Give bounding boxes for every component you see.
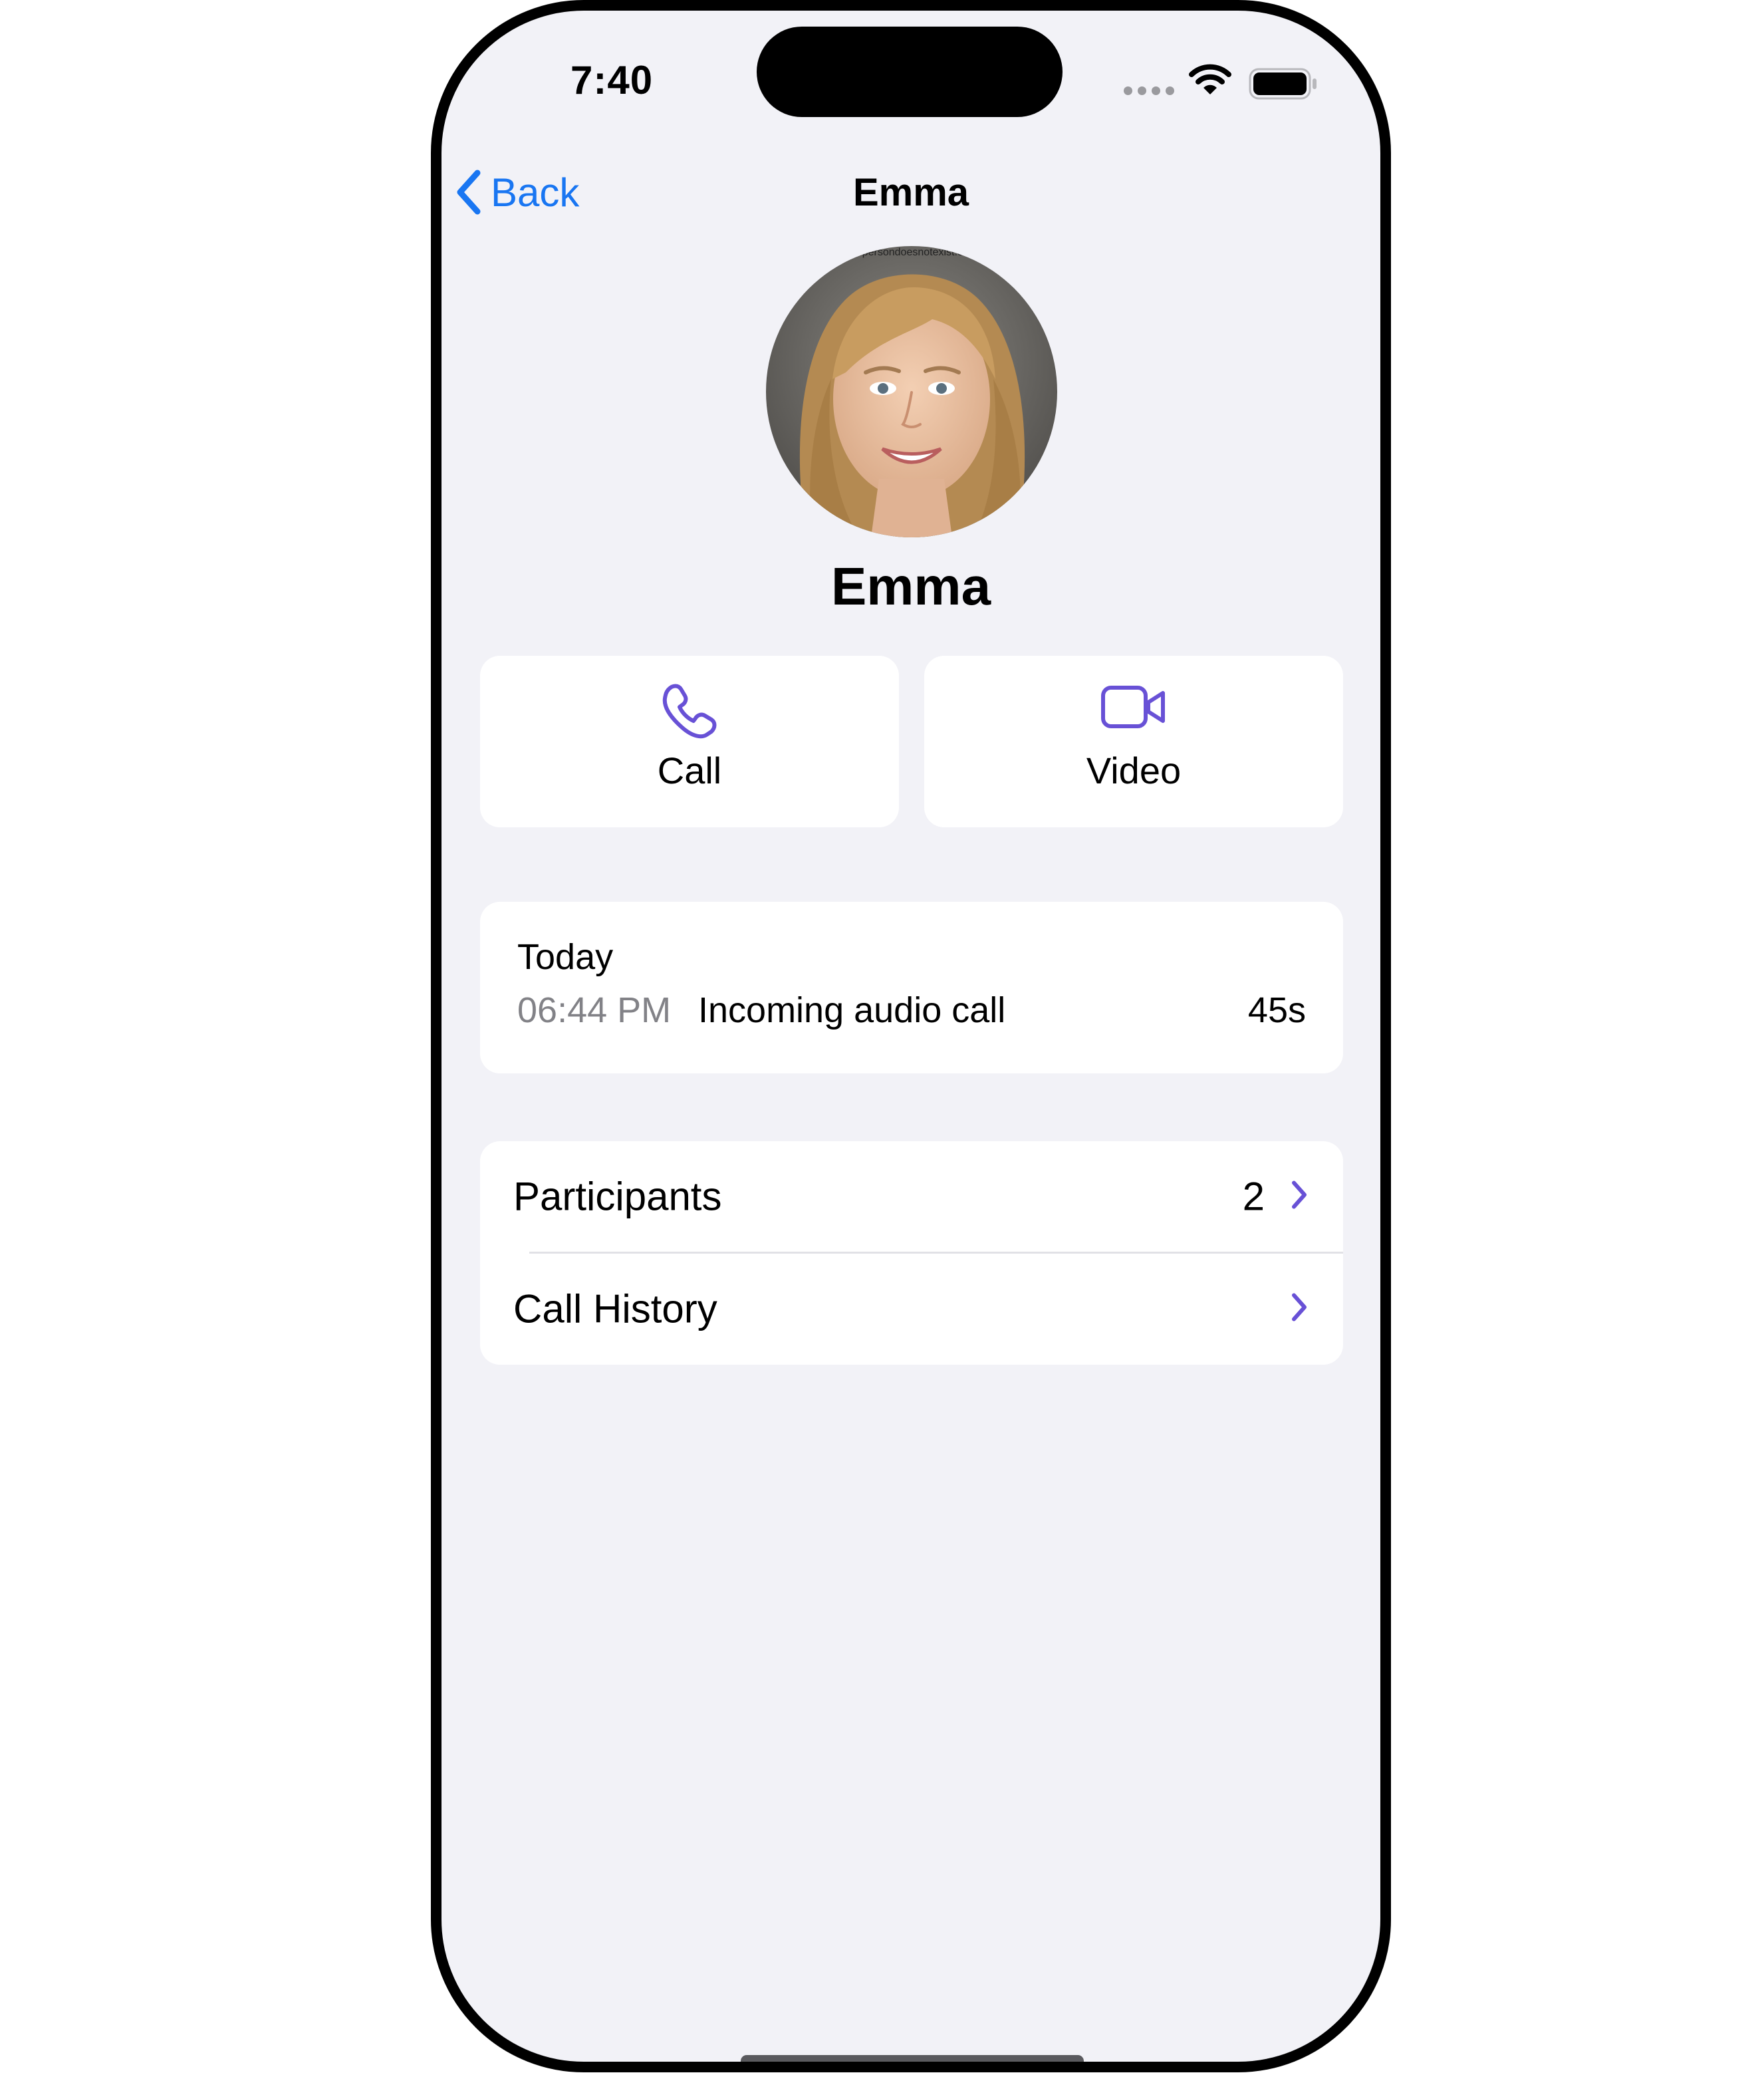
- history-description: Incoming audio call: [698, 990, 1006, 1030]
- history-day: Today: [517, 937, 614, 977]
- cellular-signal-icon: [1124, 86, 1174, 95]
- wifi-icon: [1189, 63, 1231, 99]
- call-history-row[interactable]: Call History: [480, 1254, 1343, 1364]
- home-indicator[interactable]: [741, 2055, 1084, 2062]
- phone-frame: 7:40 Back Emma thispersondoesnotexist.co…: [431, 0, 1391, 2072]
- history-time: 06:44 PM: [517, 990, 672, 1030]
- video-button[interactable]: Video: [924, 656, 1343, 827]
- call-history-label: Call History: [513, 1286, 717, 1331]
- avatar: thispersondoesnotexist.com: [766, 246, 1057, 537]
- video-camera-icon: [1099, 681, 1168, 738]
- phone-icon: [660, 681, 719, 744]
- details-list: Participants 2 Call History: [480, 1141, 1343, 1365]
- chevron-right-icon: [1290, 1179, 1309, 1214]
- participants-label: Participants: [513, 1174, 722, 1219]
- nav-title: Emma: [852, 171, 969, 214]
- battery-icon: [1249, 68, 1318, 103]
- history-duration: 45s: [1247, 990, 1306, 1030]
- call-log-entry: Today 06:44 PM Incoming audio call 45s: [480, 902, 1343, 1073]
- call-button[interactable]: Call: [480, 656, 899, 827]
- contact-name: Emma: [830, 557, 991, 616]
- chevron-right-icon: [1290, 1292, 1309, 1327]
- participants-row[interactable]: Participants 2: [480, 1141, 1343, 1252]
- dynamic-island: [757, 27, 1063, 117]
- video-label: Video: [1086, 750, 1182, 791]
- status-time: 7:40: [570, 58, 654, 102]
- participants-count: 2: [1242, 1174, 1265, 1219]
- call-label: Call: [657, 750, 722, 791]
- avatar-watermark: thispersondoesnotexist.com: [846, 247, 977, 258]
